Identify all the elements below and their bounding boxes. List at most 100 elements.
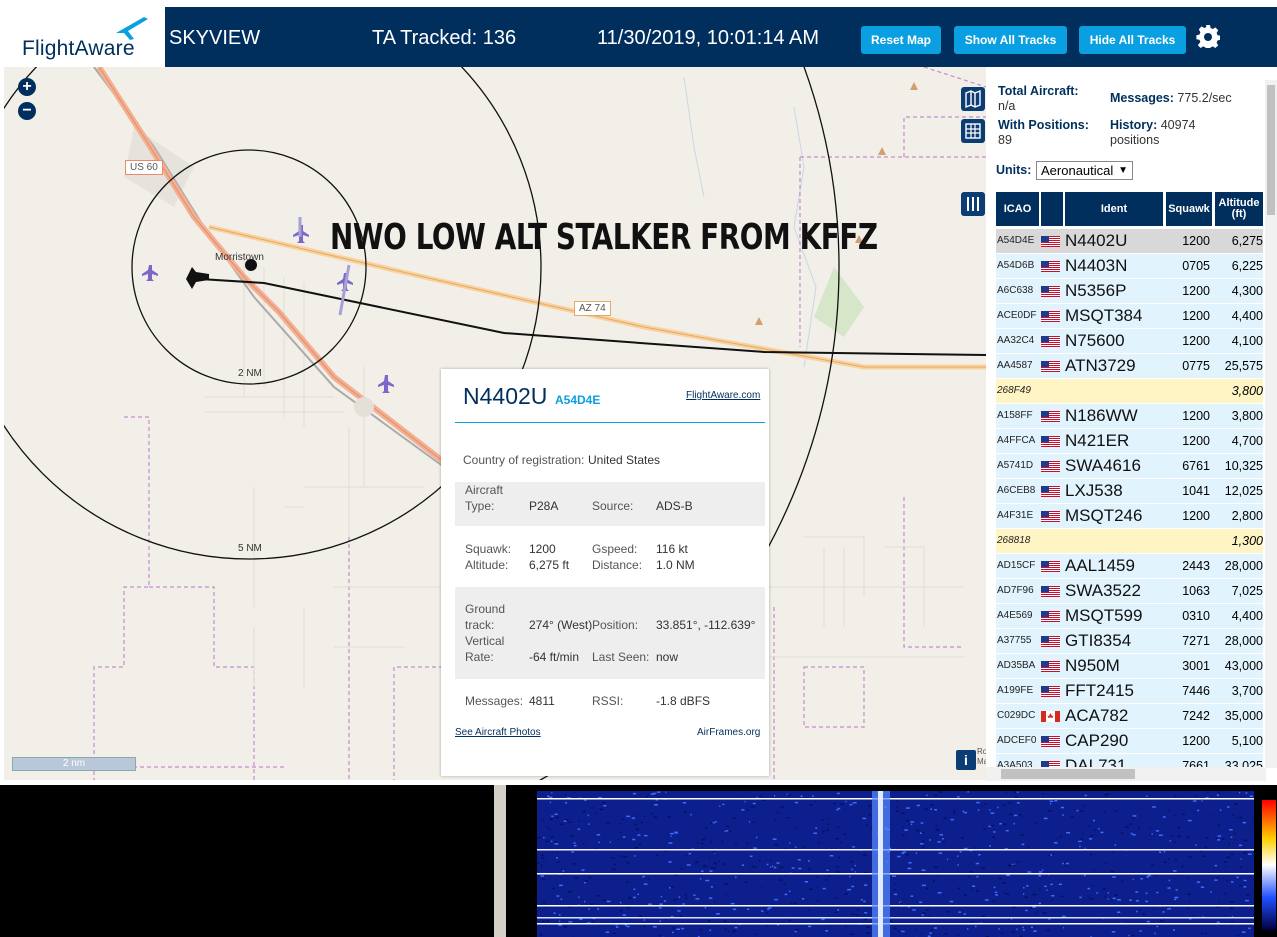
- altitude-cell: 3,800: [1231, 409, 1263, 423]
- table-row[interactable]: A6C638 N5356P 1200 4,300: [996, 279, 1263, 304]
- lastseen-value: now: [656, 650, 679, 664]
- map-attribution: Ro Ma: [977, 747, 986, 766]
- altitude-cell: 28,000: [1224, 559, 1263, 573]
- total-aircraft-value: n/a: [998, 99, 1016, 113]
- icao-cell: ACE0DF: [997, 310, 1037, 321]
- altitude-cell: 35,000: [1224, 709, 1263, 723]
- table-row[interactable]: A4E569 MSQT599 0310 4,400: [996, 604, 1263, 629]
- squawk-cell: 1200: [1182, 309, 1210, 323]
- squawk-cell: 0775: [1182, 359, 1210, 373]
- us-flag-icon: [1041, 336, 1060, 347]
- track-section: [455, 587, 765, 679]
- table-row[interactable]: A54D4E N4402U 1200 6,275: [996, 229, 1263, 254]
- tracked-count: TA Tracked: 136: [372, 27, 517, 49]
- skyview-app: FlightAware SKYVIEW TA Tracked: 136 11/3…: [0, 0, 1277, 937]
- vrate-value: -64 ft/min: [529, 650, 580, 664]
- col-ident[interactable]: Ident: [1065, 192, 1163, 226]
- table-row[interactable]: C029DC ACA782 7242 35,000: [996, 704, 1263, 729]
- altitude-cell: 43,000: [1224, 659, 1263, 673]
- altitude-cell: 4,400: [1231, 609, 1263, 623]
- us-flag-icon: [1041, 561, 1060, 572]
- table-row[interactable]: A4F31E MSQT246 1200 2,800: [996, 504, 1263, 529]
- ident-cell: SWA4616: [1065, 456, 1141, 475]
- squawk-cell: 1200: [1182, 334, 1210, 348]
- table-row[interactable]: A5741D SWA4616 6761 10,325: [996, 454, 1263, 479]
- ident-cell: SWA3522: [1065, 581, 1141, 600]
- grid-toggle-icon[interactable]: [961, 119, 985, 143]
- ident-cell: ATN3729: [1065, 356, 1136, 375]
- vertical-scroll-thumb[interactable]: [1267, 85, 1275, 215]
- table-row[interactable]: ACE0DF MSQT384 1200 4,400: [996, 304, 1263, 329]
- panel-splitter[interactable]: [494, 785, 506, 937]
- squawk-cell: 7242: [1182, 709, 1210, 723]
- col-squawk[interactable]: Squawk: [1166, 192, 1212, 226]
- table-row[interactable]: A37755 GTI8354 7271 28,000: [996, 629, 1263, 654]
- distance-value: 1.0 NM: [656, 558, 695, 572]
- source-label: Source:: [592, 499, 634, 513]
- altitude-cell: 2,800: [1231, 509, 1263, 523]
- us-flag-icon: [1041, 261, 1060, 272]
- zoom-out-button[interactable]: −: [18, 102, 36, 120]
- us-flag-icon: [1041, 236, 1060, 247]
- airframes-link[interactable]: AirFrames.org: [697, 727, 760, 738]
- aircraft-photos-link[interactable]: See Aircraft Photos: [455, 727, 541, 738]
- hide-all-tracks-button[interactable]: Hide All Tracks: [1079, 26, 1186, 54]
- us-flag-icon: [1041, 686, 1060, 697]
- squawk-cell: 3001: [1182, 659, 1210, 673]
- map-layers-icon[interactable]: [961, 87, 985, 111]
- ident-cell: N5356P: [1065, 281, 1127, 300]
- icao-cell: 268F49: [997, 385, 1031, 396]
- show-all-tracks-button[interactable]: Show All Tracks: [954, 26, 1067, 54]
- table-row[interactable]: A4FFCA N421ER 1200 4,700: [996, 429, 1263, 454]
- aircraft-info-popup: N4402U A54D4E FlightAware.com Country of…: [441, 369, 769, 776]
- table-row[interactable]: A54D6B N4403N 0705 6,225: [996, 254, 1263, 279]
- scale-bar: 2 nm: [12, 757, 136, 771]
- icao-cell: A158FF: [997, 410, 1033, 421]
- table-row[interactable]: 268F49 3,800: [996, 379, 1263, 404]
- table-row[interactable]: AD7F96 SWA3522 1063 7,025: [996, 579, 1263, 604]
- vrate-label-1: Vertical: [465, 634, 505, 648]
- altitude-cell: 3,700: [1231, 684, 1263, 698]
- table-row[interactable]: A199FE FFT2415 7446 3,700: [996, 679, 1263, 704]
- flag-cell: [1041, 654, 1061, 678]
- altitude-cell: 10,325: [1224, 459, 1263, 473]
- columns-toggle-icon[interactable]: [961, 192, 985, 216]
- col-flag[interactable]: [1041, 192, 1063, 226]
- squawk-cell: 1200: [1182, 509, 1210, 523]
- units-select[interactable]: Aeronautical ▼: [1036, 161, 1133, 180]
- ident-cell: GTI8354: [1065, 631, 1132, 650]
- ground-value: 274° (West): [529, 618, 593, 632]
- table-row[interactable]: AD35BA N950M 3001 43,000: [996, 654, 1263, 679]
- altitude-cell: 1,300: [1231, 534, 1263, 548]
- ground-label-2: track:: [465, 618, 495, 632]
- country-label: Country of registration:: [463, 453, 585, 467]
- position-label: Position:: [592, 618, 639, 632]
- flightaware-logo[interactable]: FlightAware: [4, 7, 164, 67]
- table-row[interactable]: A6CEB8 LXJ538 1041 12,025: [996, 479, 1263, 504]
- col-altitude[interactable]: Altitude (ft): [1215, 192, 1263, 226]
- altitude-cell: 28,000: [1224, 634, 1263, 648]
- col-icao[interactable]: ICAO: [996, 192, 1039, 226]
- table-row[interactable]: AA32C4 N75600 1200 4,100: [996, 329, 1263, 354]
- app-name: SKYVIEW: [169, 27, 261, 49]
- position-value: 33.851°, -112.639°: [656, 618, 756, 632]
- top-strip: [0, 0, 1277, 7]
- flightaware-link[interactable]: FlightAware.com: [686, 390, 760, 401]
- flag-cell: [1041, 454, 1061, 478]
- table-row[interactable]: AA4587 ATN3729 0775 25,575: [996, 354, 1263, 379]
- table-row[interactable]: AD15CF AAL1459 2443 28,000: [996, 554, 1263, 579]
- table-row[interactable]: 268818 1,300: [996, 529, 1263, 554]
- altitude-cell: 4,100: [1231, 334, 1263, 348]
- icao-cell: A6CEB8: [997, 485, 1036, 496]
- us-flag-icon: [1041, 636, 1060, 647]
- total-aircraft-label: Total Aircraft:: [998, 84, 1079, 98]
- table-row[interactable]: ADCEF0 CAP290 1200 5,100: [996, 729, 1263, 754]
- us-flag-icon: [1041, 736, 1060, 747]
- info-button[interactable]: i: [956, 750, 976, 770]
- table-row[interactable]: A158FF N186WW 1200 3,800: [996, 404, 1263, 429]
- us-flag-icon: [1041, 586, 1060, 597]
- zoom-in-button[interactable]: +: [18, 78, 36, 96]
- gear-icon[interactable]: [1196, 24, 1220, 48]
- reset-map-button[interactable]: Reset Map: [861, 26, 941, 54]
- horizontal-scroll-thumb[interactable]: [1001, 769, 1135, 779]
